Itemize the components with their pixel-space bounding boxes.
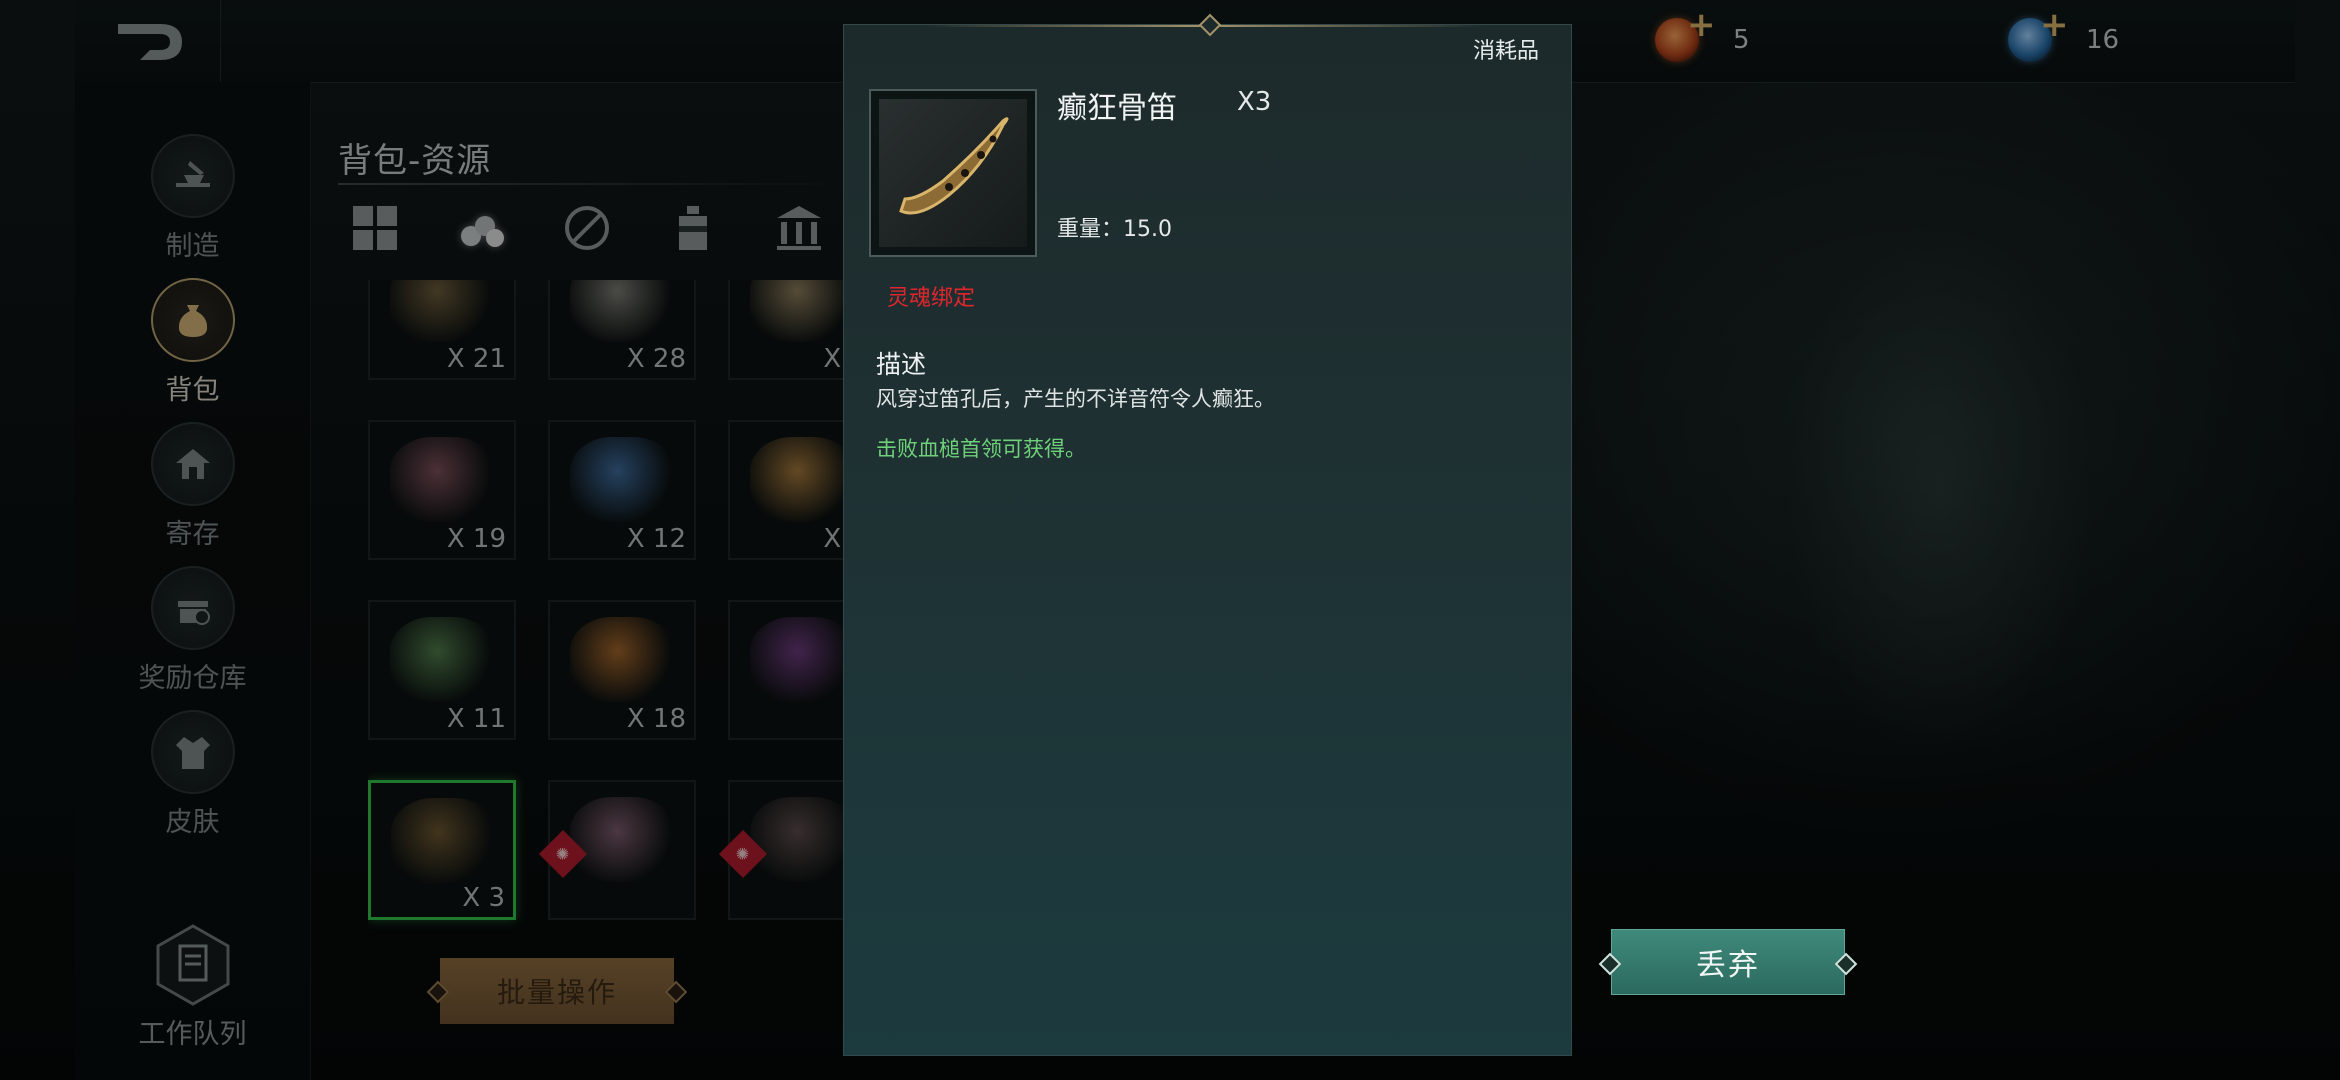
top-separator: [220, 0, 221, 82]
gem-amount: 16: [2086, 25, 2120, 55]
tab-all[interactable]: [345, 198, 405, 258]
reward-warehouse-icon: [150, 566, 235, 650]
inventory-slot[interactable]: X 2: [728, 280, 848, 380]
copper-coin-icon: +: [1655, 8, 1716, 62]
crafting-anvil-icon: [150, 134, 235, 218]
nav-item-storage[interactable]: 寄存: [75, 422, 310, 551]
item-weight: 重量：15.0: [1057, 217, 1172, 242]
inventory-slot[interactable]: X 21: [368, 280, 516, 380]
inventory-slot[interactable]: X 11: [368, 600, 516, 740]
inventory-slot[interactable]: X 19: [368, 420, 516, 560]
bag-icon: [150, 278, 235, 362]
title-divider: [338, 183, 858, 185]
item-icon-frame: [869, 89, 1037, 257]
armor-skin-icon: [150, 710, 235, 794]
inventory-slot-selected[interactable]: X 3: [368, 780, 516, 920]
potion-icon: [679, 206, 707, 250]
claw-item-icon: [750, 797, 848, 882]
inventory-title: 背包-资源: [338, 141, 492, 181]
coin-amount: 5: [1733, 25, 1750, 55]
all-grid-icon: [353, 206, 397, 250]
inventory-slot[interactable]: X 28: [548, 280, 696, 380]
bone-flute-icon: [391, 798, 496, 883]
storage-house-icon: [150, 422, 235, 506]
chain-item-icon: [390, 280, 495, 342]
nav-item-bag[interactable]: 背包: [75, 278, 310, 407]
item-name: 癫狂骨笛: [1057, 91, 1177, 126]
currency-coin: + 5: [1655, 8, 1750, 68]
work-queue-icon: [156, 924, 229, 1006]
description-heading: 描述: [876, 350, 927, 379]
back-arrow-icon: [118, 24, 182, 60]
blue-potion-icon: [570, 437, 675, 522]
back-button[interactable]: [110, 14, 190, 70]
inventory-slot[interactable]: ✺: [538, 780, 696, 920]
cloth-item-icon: [570, 280, 675, 342]
item-tooltip: 消耗品 癫狂骨笛 X3 重量：15.0 灵魂绑定 描述 风穿过笛孔后，产生的不详…: [843, 13, 1572, 1056]
scroll-item-icon: [750, 437, 848, 522]
item-type: 消耗品: [1472, 39, 1539, 64]
item-source-text: 击败血槌首领可获得。: [876, 437, 1086, 461]
no-weapon-icon: [565, 206, 609, 250]
inventory-slot[interactable]: X: [728, 600, 848, 740]
horn-item-icon: [570, 797, 675, 882]
side-navigation: 制造 背包 寄存 奖励仓库 皮肤 工作队列: [75, 82, 311, 1080]
discard-button[interactable]: 丢弃: [1611, 929, 1845, 995]
green-potion-icon: [390, 617, 495, 702]
purple-potion-icon: [750, 617, 848, 702]
leather-item-icon: [750, 280, 848, 342]
add-gem-button[interactable]: +: [2040, 8, 2069, 42]
batch-operation-button[interactable]: 批量操作: [440, 958, 674, 1024]
tab-buildings[interactable]: [769, 198, 829, 258]
inventory-slot[interactable]: X 12: [548, 420, 696, 560]
soulbound-label: 灵魂绑定: [887, 286, 976, 311]
item-count: X3: [1237, 87, 1272, 117]
background-character: [1660, 120, 2220, 940]
ore-item-icon: [570, 617, 675, 702]
tab-resources[interactable]: [451, 198, 511, 258]
tab-consumables[interactable]: [663, 198, 723, 258]
nav-item-skin[interactable]: 皮肤: [75, 710, 310, 839]
work-queue-button[interactable]: 工作队列: [75, 924, 310, 1051]
tab-equipment[interactable]: [557, 198, 617, 258]
building-icon: [777, 206, 821, 250]
description-text: 风穿过笛孔后，产生的不详音符令人癫狂。: [876, 387, 1275, 411]
logs-icon: [461, 216, 504, 247]
inventory-tabs: [345, 198, 829, 262]
add-coin-button[interactable]: +: [1687, 8, 1716, 42]
hide-item-icon: [390, 437, 495, 522]
inventory-grid: X 21 X 28 X 2 X 19 X 12 X 1 X 11 X 18 X …: [368, 280, 848, 940]
inventory-slot[interactable]: ✺: [718, 780, 848, 920]
bone-flute-icon: [879, 99, 1027, 247]
nav-item-reward-warehouse[interactable]: 奖励仓库: [75, 566, 310, 695]
blue-gem-icon: +: [2008, 8, 2069, 62]
inventory-slot[interactable]: X 18: [548, 600, 696, 740]
currency-gem: + 16: [2008, 8, 2120, 68]
inventory-slot[interactable]: X 1: [728, 420, 848, 560]
nav-item-crafting[interactable]: 制造: [75, 134, 310, 263]
